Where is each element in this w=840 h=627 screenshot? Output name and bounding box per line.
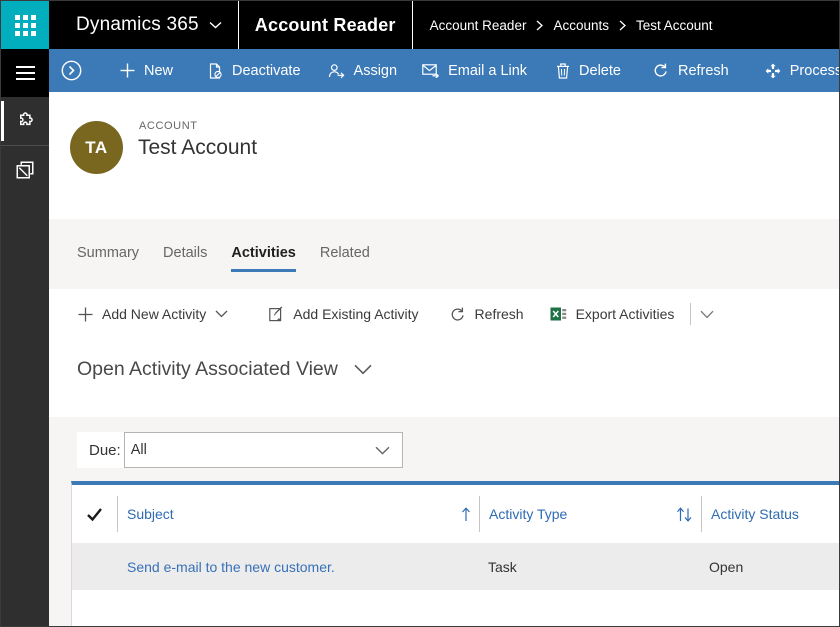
export-activities-button[interactable]: Export Activities: [550, 306, 675, 322]
new-button-label: New: [144, 63, 173, 79]
assign-button-label: Assign: [354, 63, 398, 79]
expand-command-bar-button[interactable]: [61, 60, 82, 81]
process-button-label: Process: [790, 63, 840, 79]
site-map-sidebar: [1, 49, 49, 627]
cell-activity-type: Task: [478, 559, 699, 575]
refresh-button-label: Refresh: [678, 63, 729, 79]
view-selector[interactable]: Open Activity Associated View: [77, 358, 372, 381]
add-existing-activity-button[interactable]: Add Existing Activity: [268, 306, 418, 322]
add-existing-activity-label: Add Existing Activity: [293, 306, 418, 322]
due-filter-value: All: [131, 442, 147, 458]
cell-subject: Send e-mail to the new customer.: [117, 559, 478, 575]
toolbar-divider: [690, 303, 691, 325]
view-selector-title: Open Activity Associated View: [77, 358, 338, 381]
topbar-divider: [238, 1, 239, 49]
email-a-link-button[interactable]: Email a Link: [422, 63, 527, 79]
email-a-link-button-label: Email a Link: [448, 63, 527, 79]
entity-type-label: ACCOUNT: [139, 120, 198, 132]
topbar-divider: [412, 1, 413, 49]
grid-header-row: Subject Activity Type Activi: [72, 485, 840, 543]
plus-icon: [78, 307, 93, 322]
app-title[interactable]: Account Reader: [255, 15, 396, 36]
plus-icon: [120, 63, 135, 78]
sidebar-item-accounts[interactable]: [1, 97, 49, 145]
breadcrumb: Account Reader Accounts Test Account: [430, 18, 713, 33]
assign-button[interactable]: Assign: [328, 63, 398, 79]
site-map-toggle-button[interactable]: [1, 49, 49, 97]
top-navigation-bar: Dynamics 365 Account Reader Account Read…: [1, 1, 840, 49]
column-header-activity-type[interactable]: Activity Type: [480, 485, 701, 543]
tab-details[interactable]: Details: [163, 236, 207, 272]
clipboard-edit-icon: [268, 306, 284, 322]
refresh-button[interactable]: Refresh: [652, 62, 729, 79]
sort-ascending-icon: [461, 506, 471, 523]
chevron-right-icon: [619, 20, 626, 31]
stacked-pages-icon: [15, 160, 35, 180]
record-form-content: TA ACCOUNT Test Account Summary Details …: [49, 92, 840, 627]
due-filter-label: Due:: [77, 432, 124, 468]
activity-row[interactable]: Send e-mail to the new customer. Task Op…: [72, 543, 840, 590]
refresh-subgrid-label: Refresh: [475, 306, 524, 322]
refresh-subgrid-button[interactable]: Refresh: [449, 306, 524, 323]
due-filter: Due: All: [77, 432, 403, 468]
dynamics-365-window: Dynamics 365 Account Reader Account Read…: [0, 0, 840, 627]
refresh-icon: [652, 62, 669, 79]
dropdown-chevron-down-icon: [375, 446, 390, 455]
product-chevron-down-icon[interactable]: [209, 21, 222, 29]
command-bar: New Deactivate Assign Email a Link Delet: [49, 49, 840, 92]
tab-summary[interactable]: Summary: [77, 236, 139, 272]
more-commands-chevron-down-icon[interactable]: [700, 310, 714, 319]
new-button[interactable]: New: [120, 63, 173, 79]
add-new-chevron-down-icon: [215, 310, 228, 318]
breadcrumb-entity[interactable]: Accounts: [553, 18, 609, 33]
record-avatar: TA: [70, 121, 123, 174]
refresh-icon: [449, 306, 466, 323]
assign-person-icon: [328, 63, 345, 79]
cell-activity-status: Open: [699, 559, 840, 575]
export-activities-label: Export Activities: [576, 306, 675, 322]
select-all-checkbox[interactable]: [72, 485, 117, 543]
add-new-activity-button[interactable]: Add New Activity: [78, 306, 228, 322]
record-title: Test Account: [138, 136, 257, 160]
process-button[interactable]: Process: [765, 63, 840, 79]
view-selector-chevron-down-icon: [354, 364, 372, 375]
excel-icon: [550, 306, 567, 322]
delete-button-label: Delete: [579, 63, 621, 79]
activities-grid: Subject Activity Type Activi: [71, 481, 840, 627]
deactivate-button-label: Deactivate: [232, 63, 301, 79]
due-filter-dropdown[interactable]: All: [124, 432, 403, 468]
deactivate-document-icon: [207, 63, 223, 79]
checkmark-icon: [86, 507, 103, 522]
waffle-icon: [15, 15, 36, 36]
tab-activities[interactable]: Activities: [231, 236, 295, 272]
breadcrumb-record[interactable]: Test Account: [636, 18, 713, 33]
grid-section: Due: All Subjec: [49, 417, 840, 627]
activity-subject-link[interactable]: Send e-mail to the new customer.: [127, 559, 335, 575]
deactivate-button[interactable]: Deactivate: [207, 63, 301, 79]
add-new-activity-label: Add New Activity: [102, 306, 206, 322]
trash-icon: [556, 63, 570, 79]
column-header-activity-status[interactable]: Activity Status: [702, 485, 840, 543]
form-tabstrip: Summary Details Activities Related: [49, 219, 840, 289]
email-icon: [422, 63, 439, 78]
delete-button[interactable]: Delete: [556, 63, 621, 79]
process-flow-icon: [765, 63, 781, 79]
puzzle-piece-icon: [15, 111, 35, 131]
column-header-subject[interactable]: Subject: [118, 485, 479, 543]
tab-related[interactable]: Related: [320, 236, 370, 272]
activities-toolbar: Add New Activity Add Existing Activity R…: [49, 289, 840, 339]
sort-both-icon: [676, 506, 693, 523]
app-launcher-button[interactable]: [1, 1, 49, 49]
sidebar-item-dashboards[interactable]: [1, 146, 49, 194]
chevron-right-icon: [536, 20, 543, 31]
breadcrumb-app[interactable]: Account Reader: [430, 18, 527, 33]
product-title[interactable]: Dynamics 365: [76, 14, 199, 36]
